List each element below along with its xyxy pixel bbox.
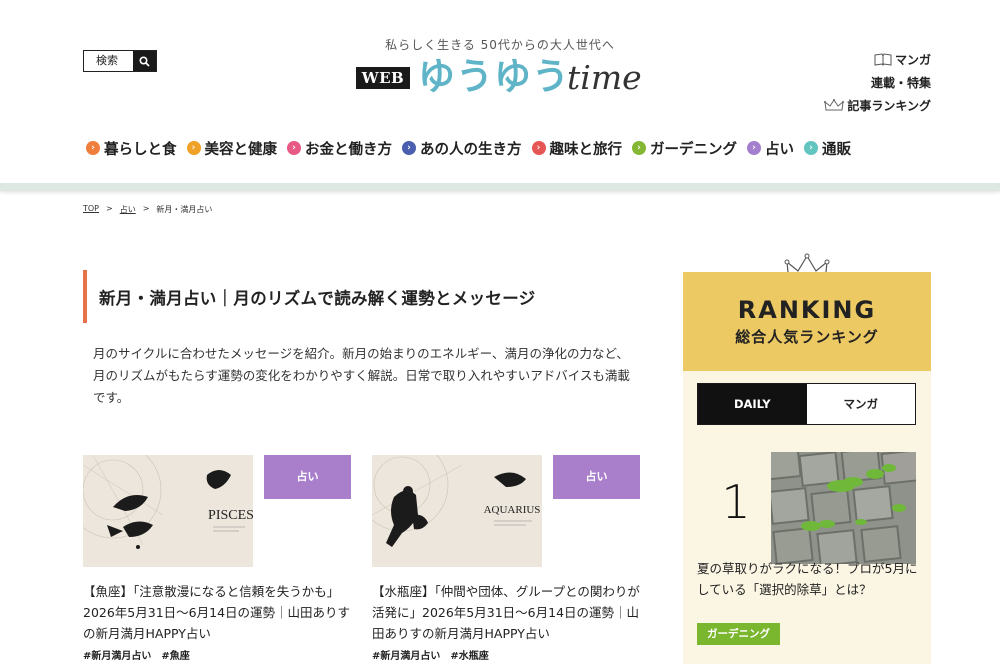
search-button[interactable] [133,51,156,71]
nav-item-label: 趣味と旅行 [549,141,623,158]
logo-main-text: ゆうゆう [418,55,570,98]
book-icon [874,53,892,66]
nav-item-label: 通販 [822,141,851,158]
nav-item-label: お金と働き方 [305,141,392,158]
utility-link-manga[interactable]: マンガ [791,48,931,71]
ranking-article-title[interactable]: 夏の草取りがラクになる！プロが5月にしている「選択的除草」とは？ [697,558,919,600]
breadcrumb-current: 新月・満月占い [156,205,213,214]
site-tagline: 私らしく生きる 50代からの大人世代へ [385,38,615,52]
ranking-title-en: RANKING [737,296,877,324]
search-icon [139,55,150,67]
chevron-right-icon: › [747,141,761,155]
chevron-right-icon: › [186,141,201,155]
aquarius-illustration: AQUARIUS [372,455,542,567]
hashtag[interactable]: #水瓶座 [450,647,488,662]
category-nav: › 暮らしと食 › 美容と健康 › お金と働き方 › あの人の生き方 › 趣味と… [86,136,851,160]
nav-item-kurashi[interactable]: › 暮らしと食 [86,136,177,160]
ranking-tabs: DAILY マンガ [697,383,916,425]
page-title: 新月・満月占い｜月のリズムで読み解く運勢とメッセージ [99,288,536,308]
chevron-right-icon: › [287,141,301,155]
breadcrumb-link-top[interactable]: TOP [83,204,99,215]
hashtag[interactable]: #魚座 [161,647,189,662]
nav-item-gardening[interactable]: › ガーデニング [632,136,737,160]
nav-item-uranai[interactable]: › 占い [747,136,794,160]
article-hashtags: #新月満月占い #魚座 [83,647,190,662]
zodiac-label: AQUARIUS [484,504,541,516]
tab-manga[interactable]: マンガ [806,384,915,424]
nav-item-label: 暮らしと食 [104,141,177,158]
logo-web-badge: WEB [356,67,410,89]
category-tag[interactable]: 占い [553,455,640,499]
tab-daily[interactable]: DAILY [698,384,807,424]
chevron-right-icon: › [86,141,100,155]
search-form[interactable]: 検索 [83,50,157,72]
search-input[interactable]: 検索 [84,51,133,71]
nav-item-shumi[interactable]: › 趣味と旅行 [531,136,623,160]
nav-item-label: 美容と健康 [204,141,278,158]
utility-label: マンガ [894,53,931,67]
nav-item-label: ガーデニング [650,141,737,158]
utility-nav: マンガ 連載・特集 記事ランキング [791,48,931,117]
ranking-title-ja: 総合人気ランキング [735,328,879,346]
ranking-header: RANKING 総合人気ランキング [683,272,931,371]
chevron-right-icon: › [632,141,646,155]
article-thumbnail-pisces[interactable]: PISCES [83,455,253,567]
nav-item-label: 占い [765,141,794,158]
hashtag[interactable]: #新月満月占い [372,647,440,662]
page-title-block: 新月・満月占い｜月のリズムで読み解く運勢とメッセージ [83,270,639,323]
ranking-number: 1 [721,475,751,529]
header-divider [0,183,1000,191]
breadcrumb: TOP > 占い > 新月・満月占い [83,204,212,215]
chevron-right-icon: › [804,141,818,155]
nav-item-label: あの人の生き方 [420,141,522,158]
category-tag[interactable]: 占い [264,455,351,499]
nav-item-ikikata[interactable]: › あの人の生き方 [402,136,522,160]
utility-label: 記事ランキング [847,99,931,113]
pisces-illustration: PISCES [83,455,253,567]
chevron-right-icon: › [402,141,416,155]
nav-item-tsuhan[interactable]: › 通販 [804,136,851,160]
nav-item-biyou[interactable]: › 美容と健康 [186,136,278,160]
site-logo[interactable]: WEB ゆうゆう time [356,55,666,100]
article-thumbnail-aquarius[interactable]: AQUARIUS [372,455,542,567]
crown-icon [824,99,845,111]
breadcrumb-link-uranai[interactable]: 占い [120,204,136,215]
utility-link-ranking[interactable]: 記事ランキング [791,94,931,117]
utility-label: 連載・特集 [870,76,931,90]
chevron-right-icon: › [531,141,546,155]
page-lead: 月のサイクルに合わせたメッセージを紹介。新月の始まりのエネルギー、満月の浄化の力… [93,346,630,405]
breadcrumb-separator: > [142,204,150,213]
article-hashtags: #新月満月占い #水瓶座 [372,647,489,662]
ranking-category-tag[interactable]: ガーデニング [697,623,780,645]
logo-script-text: time [567,58,642,97]
utility-link-series[interactable]: 連載・特集 [791,71,931,94]
article-title[interactable]: 【水瓶座】「仲間や団体、グループとの関わりが活発に」2026年5月31日〜6月1… [372,581,640,644]
breadcrumb-separator: > [106,204,113,213]
hashtag[interactable]: #新月満月占い [83,647,151,662]
zodiac-label: PISCES [208,508,253,523]
ranking-thumbnail[interactable] [771,452,916,564]
nav-item-okane[interactable]: › お金と働き方 [287,136,392,160]
weeds-paving-photo [771,452,916,564]
article-title[interactable]: 【魚座】「注意散漫になると信頼を失うかも」2026年5月31日〜6月14日の運勢… [83,581,351,644]
